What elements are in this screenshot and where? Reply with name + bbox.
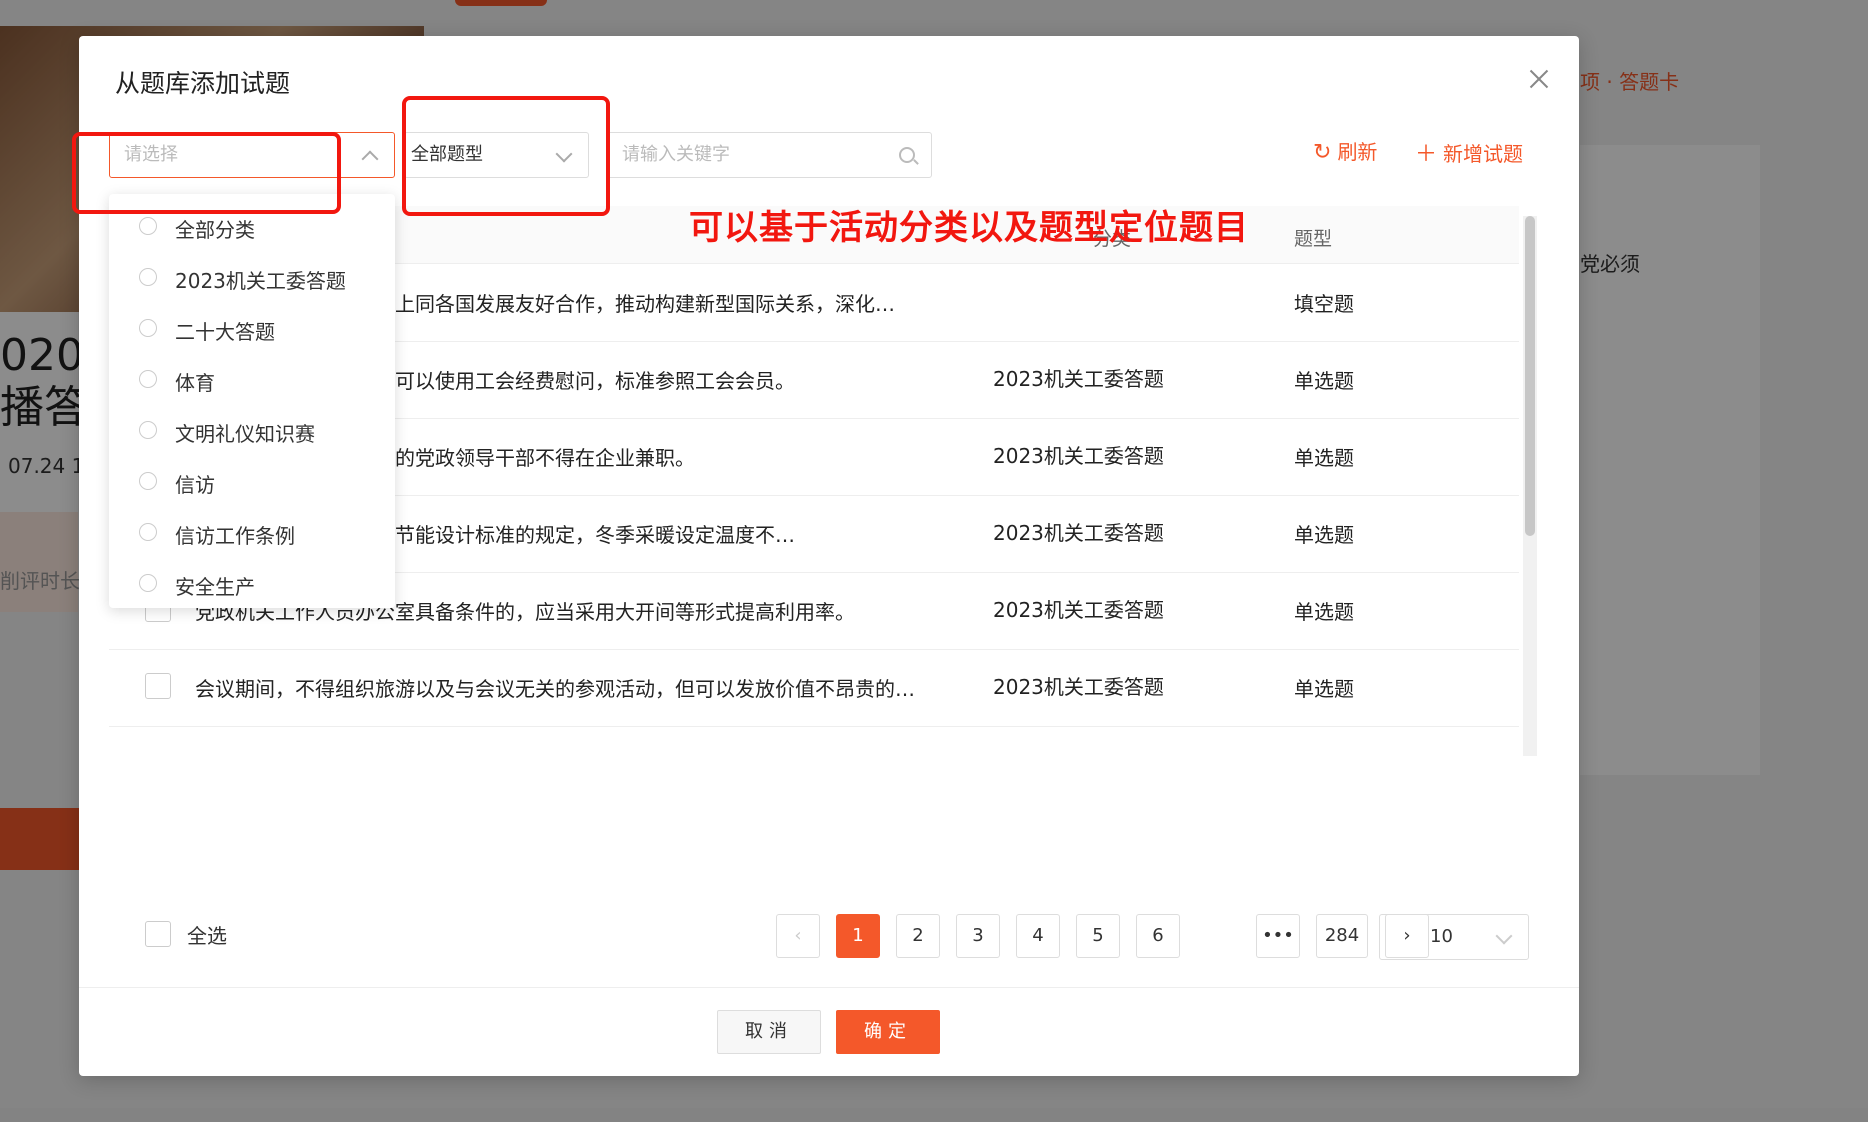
- add-question-modal: 从题库添加试题 请选择 全部题型 请输入关键字 ↻ 刷新 ＋新增试题 分类 题型 …: [72, 36, 1579, 1076]
- category-option[interactable]: 信访工作条例: [139, 520, 379, 548]
- category-option[interactable]: 文明礼仪知识赛: [139, 418, 379, 446]
- question-text: 础上同各国发展友好合作，推动构建新型国际关系，深化拓展平: [375, 292, 895, 316]
- question-type: 单选题: [1294, 446, 1354, 470]
- page-button[interactable]: 4: [1016, 914, 1060, 958]
- page-button[interactable]: 1: [836, 914, 880, 958]
- category-option-label: 2023机关工委答题: [175, 269, 346, 293]
- category-option[interactable]: 全部分类: [139, 214, 379, 242]
- question-type: 单选题: [1294, 677, 1354, 701]
- modal-title: 从题库添加试题: [115, 69, 291, 98]
- table-row[interactable]: 根据《徐州市市级机关培训费管理办法》，7日以内的培训不得组织调研、考察、参观。2…: [109, 726, 1519, 741]
- radio-icon: [139, 268, 157, 286]
- chevron-up-icon: [361, 150, 379, 168]
- radio-icon: [139, 472, 157, 490]
- plus-icon: ＋: [1415, 142, 1438, 167]
- question-text: 会议期间，不得组织旅游以及与会议无关的参观活动，但可以发放价值不昂贵的纪念品。: [195, 677, 925, 701]
- category-option-label: 信访: [175, 473, 215, 497]
- table-scrollbar[interactable]: [1523, 216, 1537, 756]
- confirm-button[interactable]: 确定: [836, 1010, 940, 1054]
- category-option-label: 文明礼仪知识赛: [175, 422, 315, 446]
- radio-icon: [139, 421, 157, 439]
- footer-divider: [79, 987, 1579, 988]
- table-row[interactable]: 会议期间，不得组织旅游以及与会议无关的参观活动，但可以发放价值不昂贵的纪念品。 2…: [109, 649, 1519, 727]
- category-option[interactable]: 信访: [139, 469, 379, 497]
- scrollbar-thumb[interactable]: [1525, 216, 1535, 536]
- question-category: 2023机关工委答题: [993, 598, 1164, 622]
- category-option-label: 信访工作条例: [175, 524, 295, 548]
- question-category: 2023机关工委答题: [993, 675, 1164, 699]
- annotation-box-type: [402, 96, 610, 216]
- category-dropdown: 全部分类 2023机关工委答题 二十大答题体育文明礼仪知识赛 信访信访工作条例 安全生产: [109, 194, 395, 608]
- page-size-select[interactable]: 10: [1379, 914, 1529, 960]
- select-all-label: 全选: [187, 924, 227, 948]
- refresh-button[interactable]: ↻ 刷新: [1313, 136, 1377, 165]
- last-page-button[interactable]: 284: [1316, 914, 1368, 958]
- radio-icon: [139, 370, 157, 388]
- column-header-type: 题型: [1294, 228, 1333, 250]
- add-question-button[interactable]: ＋新增试题: [1415, 136, 1523, 168]
- search-icon: [899, 147, 915, 163]
- row-checkbox[interactable]: [145, 673, 171, 699]
- question-category: 2023机关工委答题: [993, 444, 1164, 468]
- chevron-down-icon: [1495, 927, 1513, 945]
- search-placeholder: 请输入关键字: [622, 144, 730, 165]
- category-option-label: 体育: [175, 371, 215, 395]
- cancel-button[interactable]: 取消: [717, 1010, 821, 1054]
- category-option-label: 二十大答题: [175, 320, 275, 344]
- category-option[interactable]: 二十大答题: [139, 316, 379, 344]
- page-button[interactable]: 3: [956, 914, 1000, 958]
- page-size-value: 10: [1430, 926, 1453, 947]
- close-icon[interactable]: [1524, 64, 1554, 94]
- refresh-label: 刷新: [1337, 140, 1378, 164]
- select-all-checkbox[interactable]: [145, 921, 171, 947]
- category-option[interactable]: 2023机关工委答题: [139, 265, 379, 293]
- keyword-search-input[interactable]: 请输入关键字: [607, 132, 932, 178]
- prev-page-button[interactable]: ‹: [776, 914, 820, 958]
- category-option[interactable]: 体育: [139, 367, 379, 395]
- question-type: 单选题: [1294, 523, 1354, 547]
- question-type: 单选题: [1294, 369, 1354, 393]
- page-button[interactable]: 2: [896, 914, 940, 958]
- annotation-box-category: [72, 132, 341, 214]
- question-type: 单选题: [1294, 600, 1354, 624]
- category-option-label: 安全生产: [175, 575, 255, 599]
- page-button[interactable]: 6: [1136, 914, 1180, 958]
- question-category: 2023机关工委答题: [993, 521, 1164, 545]
- category-option-label: 全部分类: [175, 218, 255, 242]
- radio-icon: [139, 523, 157, 541]
- annotation-text: 可以基于活动分类以及题型定位题目: [689, 208, 1249, 248]
- question-category: 2023机关工委答题: [993, 367, 1164, 391]
- refresh-icon: ↻: [1313, 140, 1332, 165]
- category-option[interactable]: 安全生产: [139, 571, 379, 599]
- radio-icon: [139, 319, 157, 337]
- page-button[interactable]: 5: [1076, 914, 1120, 958]
- radio-icon: [139, 574, 157, 592]
- question-type: 填空题: [1294, 292, 1354, 316]
- add-question-label: 新增试题: [1443, 142, 1524, 166]
- page-ellipsis[interactable]: •••: [1256, 914, 1300, 958]
- radio-icon: [139, 217, 157, 235]
